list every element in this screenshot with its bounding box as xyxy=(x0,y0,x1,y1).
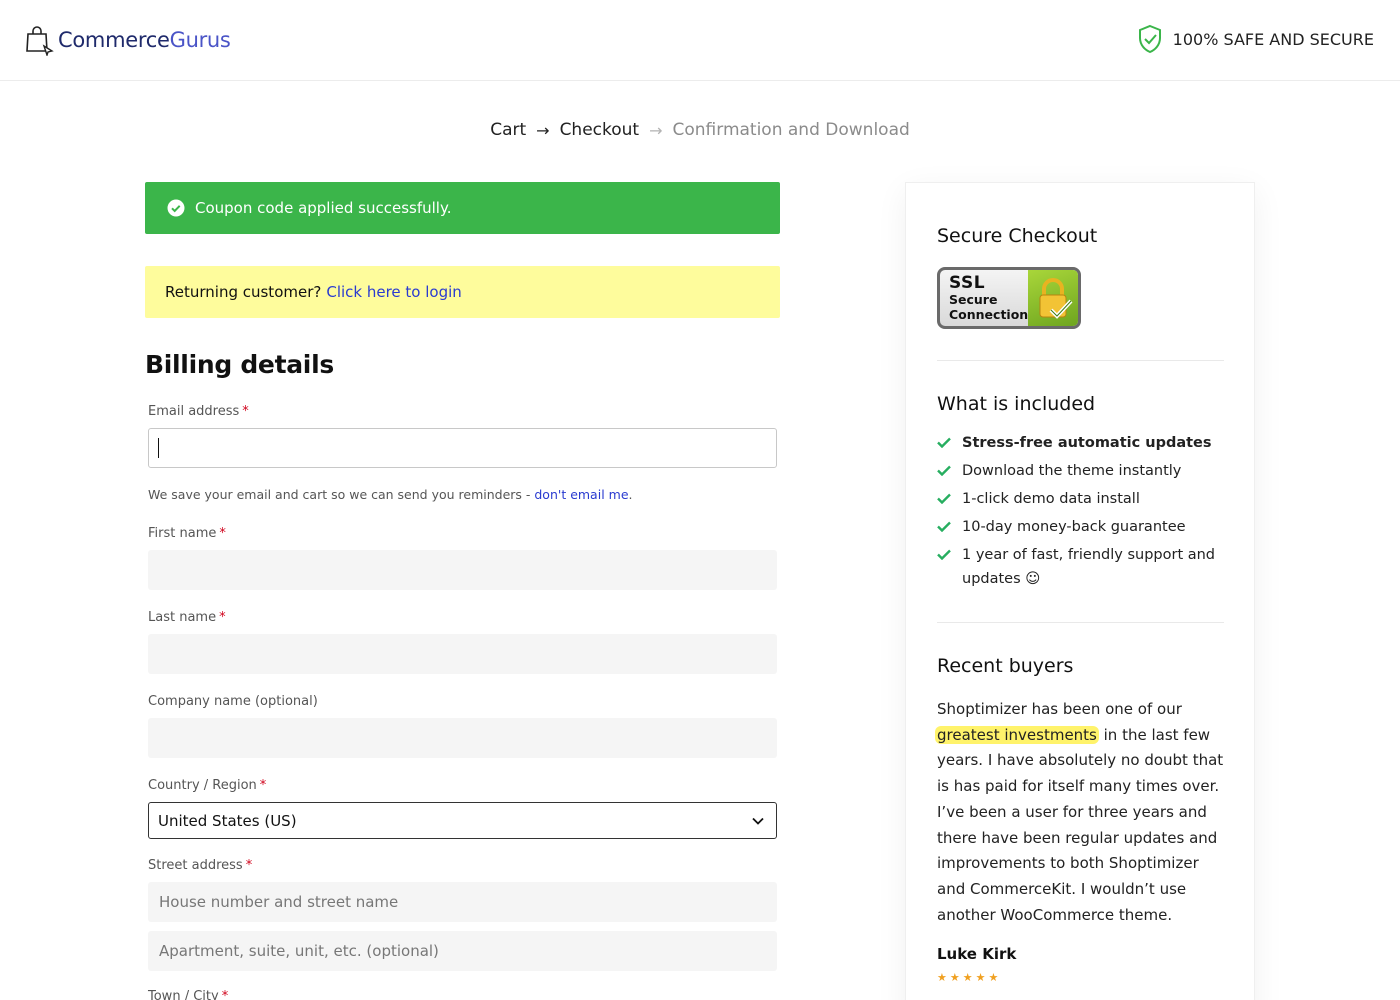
star-rating-icon: ★★★★★ xyxy=(937,971,1002,984)
required-mark: * xyxy=(219,526,226,541)
breadcrumb-arrow-icon: → xyxy=(649,120,663,140)
street-address-label: Street address * xyxy=(148,858,253,873)
check-icon xyxy=(937,521,951,532)
town-city-label: Town / City * xyxy=(148,989,228,1000)
email-label: Email address * xyxy=(148,404,249,419)
checkout-sidebar: Secure Checkout SSL Secure Connection Wh… xyxy=(905,182,1255,1000)
logo[interactable]: CommerceGurus xyxy=(24,24,231,56)
logo-text: CommerceGurus xyxy=(58,28,231,52)
site-header: CommerceGurus 100% SAFE AND SECURE xyxy=(0,0,1400,81)
street-address-field[interactable] xyxy=(148,882,777,922)
testimonial-text: Shoptimizer has been one of our greatest… xyxy=(935,700,1224,924)
email-field[interactable] xyxy=(148,428,777,468)
shield-check-icon xyxy=(1138,24,1161,54)
ssl-badge-title: SSL xyxy=(949,273,986,293)
list-item: 10-day money-back guarantee xyxy=(937,515,1227,539)
required-mark: * xyxy=(245,858,253,873)
list-item: 1-click demo data install xyxy=(937,487,1227,511)
safe-secure-badge: 100% SAFE AND SECURE xyxy=(1137,24,1374,54)
list-item: Download the theme instantly xyxy=(937,459,1227,483)
shopping-bag-icon xyxy=(26,26,54,56)
check-circle-icon xyxy=(167,199,185,217)
coupon-success-notice: Coupon code applied successfully. xyxy=(145,182,780,234)
required-mark: * xyxy=(221,989,229,1000)
recent-buyers-heading: Recent buyers xyxy=(937,655,1074,677)
first-name-field[interactable] xyxy=(148,550,777,590)
last-name-field[interactable] xyxy=(148,634,777,674)
breadcrumb-arrow-icon: → xyxy=(536,120,550,140)
ssl-badge-line1: Secure xyxy=(949,292,998,307)
street-address-2-field[interactable] xyxy=(148,931,777,971)
company-name-label: Company name (optional) xyxy=(148,694,318,709)
last-name-label: Last name * xyxy=(148,610,226,625)
chevron-down-icon xyxy=(752,817,764,825)
divider xyxy=(937,360,1224,361)
check-icon xyxy=(937,437,951,448)
country-select[interactable]: United States (US) xyxy=(148,802,777,839)
email-helper-text: We save your email and cart so we can se… xyxy=(148,487,633,502)
check-icon xyxy=(937,465,951,476)
check-icon xyxy=(937,493,951,504)
dont-email-me-link[interactable]: don't email me xyxy=(534,487,628,502)
coupon-success-text: Coupon code applied successfully. xyxy=(195,199,452,217)
included-list: Stress-free automatic updates Download t… xyxy=(937,431,1227,595)
padlock-icon xyxy=(1028,270,1078,326)
breadcrumb-checkout[interactable]: Checkout xyxy=(560,120,640,140)
breadcrumb-confirmation: Confirmation and Download xyxy=(672,120,910,140)
secure-checkout-heading: Secure Checkout xyxy=(937,225,1098,247)
country-label: Country / Region * xyxy=(148,778,267,793)
company-name-field[interactable] xyxy=(148,718,777,758)
ssl-badge-line2: Connection xyxy=(949,306,1029,322)
returning-customer-text: Returning customer? xyxy=(165,283,322,301)
required-mark: * xyxy=(242,404,249,419)
safe-secure-text: 100% SAFE AND SECURE xyxy=(1172,29,1374,49)
required-mark: * xyxy=(219,610,226,625)
billing-details-heading: Billing details xyxy=(145,350,334,379)
reviewer-name: Luke Kirk xyxy=(937,945,1017,963)
check-icon xyxy=(937,549,951,560)
list-item: Stress-free automatic updates xyxy=(937,431,1227,455)
country-selected-value: United States (US) xyxy=(158,811,297,830)
ssl-badge: SSL Secure Connection xyxy=(937,267,1081,329)
first-name-label: First name * xyxy=(148,526,226,541)
testimonial-highlight: greatest investments xyxy=(935,725,1099,744)
text-caret xyxy=(158,438,159,458)
required-mark: * xyxy=(259,778,267,793)
divider xyxy=(937,622,1224,623)
list-item: 1 year of fast, friendly support and upd… xyxy=(937,543,1227,591)
what-is-included-heading: What is included xyxy=(937,393,1096,415)
returning-customer-notice: Returning customer? Click here to login xyxy=(145,266,780,318)
breadcrumb-cart[interactable]: Cart xyxy=(490,120,526,140)
breadcrumb: Cart → Checkout → Confirmation and Downl… xyxy=(0,120,1400,140)
login-link[interactable]: Click here to login xyxy=(326,283,461,301)
